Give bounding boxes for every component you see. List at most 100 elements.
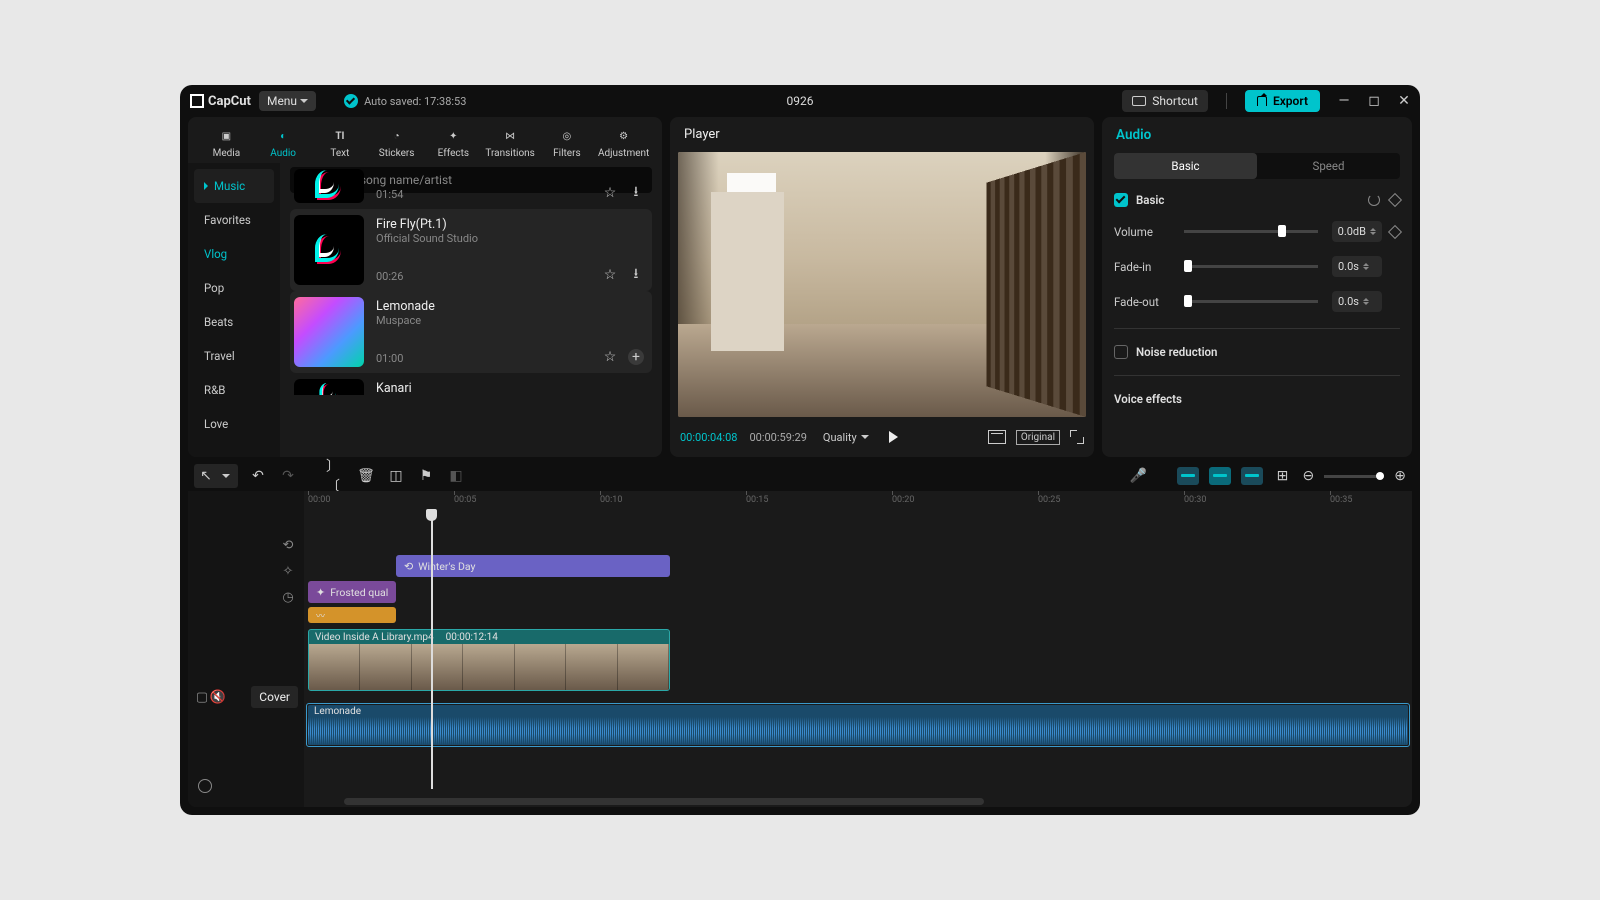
volume-input[interactable]: 0.0dB (1332, 221, 1382, 242)
zoom-slider[interactable] (1324, 475, 1384, 478)
marker-tool[interactable]: ◧ (446, 466, 466, 486)
fadein-slider[interactable] (1184, 265, 1318, 268)
app-logo: CapCut (190, 94, 251, 109)
keyframe-icon[interactable] (1388, 224, 1402, 238)
tab-basic[interactable]: Basic (1114, 153, 1257, 179)
split-tool[interactable]: 〕〔 (326, 466, 346, 486)
align-tool[interactable]: ⊞ (1273, 466, 1293, 486)
ratio-icon[interactable] (988, 430, 1006, 444)
fadeout-slider[interactable] (1184, 300, 1318, 303)
cat-adjustment[interactable]: ⚙Adjustment (595, 123, 652, 163)
effect-clip[interactable]: ✦ Frosted quality (308, 581, 396, 603)
timecode-current: 00:00:04:08 (680, 431, 737, 444)
sidebar-item-favorites[interactable]: Favorites (188, 203, 280, 237)
add-icon[interactable]: + (628, 349, 644, 365)
sidebar-item-music[interactable]: Music (194, 169, 274, 203)
close-button[interactable]: ✕ (1398, 95, 1410, 107)
quality-dropdown[interactable]: Quality (823, 431, 869, 444)
maximize-button[interactable]: ◻ (1368, 95, 1380, 107)
cover-button[interactable]: Cover (251, 686, 298, 708)
sidebar-item-love[interactable]: Love (188, 407, 280, 441)
adjustment-clip[interactable]: 〰 (308, 607, 396, 623)
sidebar-item-pop[interactable]: Pop (188, 271, 280, 305)
redo-button[interactable]: ↷ (278, 466, 298, 486)
cat-media[interactable]: ▣Media (198, 123, 255, 163)
cat-audio[interactable]: ◐Audio (255, 123, 312, 163)
original-button[interactable]: Original (1016, 430, 1060, 445)
delete-tool[interactable]: 🗑 (356, 466, 376, 486)
filter-clip[interactable]: ⟲ Winter's Day (396, 555, 670, 577)
export-icon (1257, 96, 1267, 106)
volume-slider[interactable] (1184, 230, 1318, 233)
audio-clip-name: Lemonade (314, 706, 361, 717)
flag-tool[interactable]: ⚑ (416, 466, 436, 486)
song-title: Kanari (376, 381, 648, 395)
favorite-icon[interactable]: ☆ (602, 185, 618, 201)
sidebar-item-rnb[interactable]: R&B (188, 373, 280, 407)
cat-transitions[interactable]: ⋈Transitions (482, 123, 539, 163)
player-viewport[interactable] (678, 152, 1086, 417)
clock-icon[interactable] (198, 779, 212, 793)
noise-checkbox[interactable] (1114, 345, 1128, 359)
download-icon[interactable]: ⭳ (628, 185, 644, 201)
snap-button-1[interactable] (1177, 467, 1199, 485)
export-button[interactable]: Export (1245, 90, 1320, 112)
sidebar-item-beats[interactable]: Beats (188, 305, 280, 339)
keyframe-icon[interactable] (1388, 193, 1402, 207)
song-item[interactable]: 01:54 ☆ ⭳ (290, 165, 652, 209)
pointer-tool[interactable]: ↖ (196, 466, 216, 486)
sidebar-item-travel[interactable]: Travel (188, 339, 280, 373)
waveform (308, 717, 1408, 745)
horizontal-scrollbar[interactable] (344, 798, 984, 805)
fadeout-input[interactable]: 0.0s (1332, 291, 1382, 312)
clock-icon-2[interactable]: ◷ (280, 589, 296, 605)
mute-track-icon[interactable]: 🔇 (210, 689, 226, 705)
play-button[interactable] (889, 431, 898, 443)
shortcut-button[interactable]: Shortcut (1122, 90, 1208, 112)
sidebar-item-vlog[interactable]: Vlog (188, 237, 280, 271)
video-clip-duration: 00:00:12:14 (446, 632, 498, 643)
player-title: Player (670, 117, 1094, 152)
ruler[interactable]: 00:00 00:05 00:10 00:15 00:20 00:25 00:3… (304, 491, 1412, 509)
link-icon[interactable]: ⟲ (280, 537, 296, 553)
media-icon: ▣ (217, 127, 235, 145)
mic-button[interactable]: 🎤 (1129, 466, 1149, 486)
menu-button[interactable]: Menu (259, 91, 316, 111)
song-item[interactable]: Lemonade Muspace 01:00 ☆ + (290, 291, 652, 373)
fullscreen-button[interactable] (1070, 430, 1084, 444)
snap-button-3[interactable] (1241, 467, 1263, 485)
tool-dropdown[interactable] (216, 466, 236, 486)
tab-speed[interactable]: Speed (1257, 153, 1400, 179)
cat-label: Adjustment (598, 148, 649, 159)
favorite-icon[interactable]: ☆ (602, 267, 618, 283)
cat-text[interactable]: TIText (312, 123, 369, 163)
tiktok-icon (319, 383, 339, 395)
song-item[interactable]: Fire Fly(Pt.1) Official Sound Studio 00:… (290, 209, 652, 291)
category-nav: ▣Media ◐Audio TIText ◔Stickers ✦Effects … (188, 117, 662, 163)
text-icon: TI (331, 127, 349, 145)
fadein-input[interactable]: 0.0s (1332, 256, 1382, 277)
player-controls: 00:00:04:08 00:00:59:29 Quality Original (670, 417, 1094, 457)
undo-button[interactable]: ↶ (248, 466, 268, 486)
video-clip[interactable]: Video Inside A Library.mp4 00:00:12:14 (308, 629, 670, 691)
reset-icon[interactable] (1368, 194, 1380, 206)
download-icon[interactable]: ⭳ (628, 267, 644, 283)
sparkle-icon[interactable]: ✧ (280, 563, 296, 579)
cat-effects[interactable]: ✦Effects (425, 123, 482, 163)
audio-clip[interactable]: Lemonade (306, 703, 1410, 747)
cat-filters[interactable]: ◎Filters (539, 123, 596, 163)
minimize-button[interactable]: — (1338, 95, 1350, 107)
timeline-tracks[interactable]: 00:00 00:05 00:10 00:15 00:20 00:25 00:3… (304, 491, 1412, 807)
basic-checkbox[interactable] (1114, 193, 1128, 207)
zoom-out-button[interactable]: ⊖ (1303, 468, 1315, 484)
song-item[interactable]: Kanari Official Sound (290, 373, 652, 395)
volume-value: 0.0dB (1338, 225, 1366, 238)
playhead[interactable] (431, 509, 433, 789)
cat-stickers[interactable]: ◔Stickers (368, 123, 425, 163)
zoom-fit-button[interactable]: ⊕ (1394, 468, 1406, 484)
snap-button-2[interactable] (1209, 467, 1231, 485)
favorite-icon[interactable]: ☆ (602, 349, 618, 365)
crop-tool[interactable]: ◫ (386, 466, 406, 486)
song-list: Search song name/artist 01:54 ☆ ⭳ (280, 163, 662, 457)
expand-track-icon[interactable]: ▢ (194, 689, 210, 705)
